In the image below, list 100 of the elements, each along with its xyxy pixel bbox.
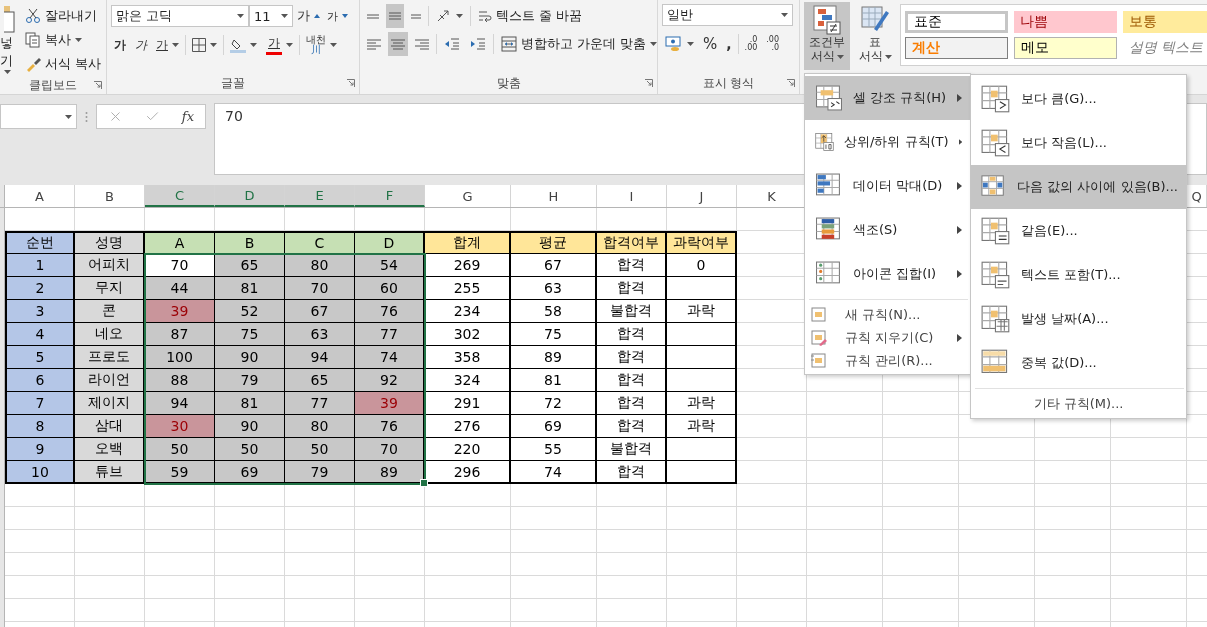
sheet-cell[interactable]: [145, 484, 215, 507]
sheet-cell[interactable]: [1111, 438, 1187, 461]
sheet-cell[interactable]: [511, 507, 597, 530]
sheet-cell[interactable]: [737, 415, 807, 438]
sheet-cell[interactable]: [5, 553, 75, 576]
cut-button[interactable]: 잘라내기: [22, 4, 105, 28]
sheet-cell[interactable]: [667, 576, 737, 599]
dialog-launcher-icon[interactable]: [645, 79, 653, 87]
column-header[interactable]: E: [285, 185, 355, 207]
sheet-cell[interactable]: [145, 530, 215, 553]
format-as-table-button[interactable]: 표 서식: [852, 2, 898, 70]
sheet-cell[interactable]: [425, 553, 511, 576]
sheet-cell[interactable]: [285, 484, 355, 507]
sheet-cell[interactable]: [597, 599, 667, 622]
menu-item[interactable]: 새 규칙(N)...: [805, 303, 970, 326]
sheet-cell[interactable]: [667, 553, 737, 576]
sheet-cell[interactable]: [355, 576, 425, 599]
sheet-cell[interactable]: [75, 599, 145, 622]
cell-style[interactable]: 보통: [1123, 11, 1207, 33]
sheet-cell[interactable]: [1035, 553, 1111, 576]
sheet-cell[interactable]: [1035, 507, 1111, 530]
dialog-launcher-icon[interactable]: [347, 79, 355, 87]
sheet-cell[interactable]: [511, 553, 597, 576]
sheet-cell[interactable]: [737, 392, 807, 415]
menu-item[interactable]: 셀 강조 규칙(H): [805, 76, 970, 120]
sheet-cell[interactable]: [807, 507, 883, 530]
sheet-cell[interactable]: [215, 553, 285, 576]
sheet-cell[interactable]: [75, 576, 145, 599]
menu-item[interactable]: 발생 날짜(A)...: [971, 297, 1186, 341]
sheet-cell[interactable]: [807, 415, 883, 438]
sheet-cell[interactable]: [1035, 576, 1111, 599]
sheet-cell[interactable]: [883, 576, 959, 599]
vertical-align-button[interactable]: [386, 4, 404, 28]
sheet-cell[interactable]: [355, 507, 425, 530]
sheet-cell[interactable]: [75, 507, 145, 530]
sheet-cell[interactable]: [425, 530, 511, 553]
menu-item[interactable]: 다음 값의 사이에 있음(B)...: [971, 165, 1186, 209]
sheet-cell[interactable]: [355, 599, 425, 622]
row-header[interactable]: [0, 208, 5, 231]
sheet-cell[interactable]: [959, 553, 1035, 576]
sheet-cell[interactable]: [145, 553, 215, 576]
menu-item[interactable]: 규칙 관리(R)...: [805, 349, 970, 372]
sheet-cell[interactable]: [1111, 461, 1187, 484]
sheet-cell[interactable]: [883, 484, 959, 507]
sheet-cell[interactable]: [807, 553, 883, 576]
sheet-cell[interactable]: [215, 576, 285, 599]
sheet-cell[interactable]: [75, 553, 145, 576]
sheet-cell[interactable]: [355, 553, 425, 576]
sheet-cell[interactable]: [285, 553, 355, 576]
sheet-cell[interactable]: [737, 553, 807, 576]
sheet-cell[interactable]: [75, 484, 145, 507]
column-header[interactable]: C: [145, 185, 215, 207]
increase-decimal-button[interactable]: .0 .00: [741, 32, 761, 56]
sheet-cell[interactable]: [667, 599, 737, 622]
sheet-cell[interactable]: [807, 599, 883, 622]
sheet-cell[interactable]: [285, 576, 355, 599]
paste-icon[interactable]: [4, 4, 16, 34]
sheet-cell[interactable]: [959, 507, 1035, 530]
sheet-cell[interactable]: [667, 530, 737, 553]
sheet-cell[interactable]: [285, 507, 355, 530]
menu-item[interactable]: 텍스트 포함(T)...: [971, 253, 1186, 297]
sheet-cell[interactable]: [425, 576, 511, 599]
sheet-cell[interactable]: [355, 530, 425, 553]
sheet-cell[interactable]: [883, 415, 959, 438]
sheet-cell[interactable]: [737, 484, 807, 507]
name-box[interactable]: [0, 104, 77, 129]
sheet-cell[interactable]: [883, 392, 959, 415]
sheet-cell[interactable]: [425, 599, 511, 622]
sheet-cell[interactable]: [737, 461, 807, 484]
sheet-cell[interactable]: [1035, 438, 1111, 461]
merge-center-button[interactable]: 병합하고 가운데 맞춤: [498, 32, 661, 56]
horizontal-align-button[interactable]: [388, 32, 408, 56]
sheet-cell[interactable]: [597, 576, 667, 599]
sheet-cell[interactable]: [1111, 576, 1187, 599]
sheet-cell[interactable]: [737, 599, 807, 622]
menu-item[interactable]: 기타 규칙(M)...: [971, 392, 1186, 416]
fill-handle[interactable]: [420, 479, 428, 487]
paste-label[interactable]: 넣기: [0, 34, 16, 70]
number-format-field[interactable]: 일반: [662, 4, 793, 26]
underline-button[interactable]: 가: [153, 33, 182, 57]
sheet-cell[interactable]: [5, 507, 75, 530]
menu-item[interactable]: 중복 값(D)...: [971, 341, 1186, 385]
cell-style[interactable]: 설명 텍스트: [1123, 37, 1207, 59]
font-name-field[interactable]: 맑은 고딕: [111, 5, 249, 27]
select-all-corner[interactable]: [0, 185, 5, 207]
sheet-cell[interactable]: [5, 530, 75, 553]
wrap-text-button[interactable]: 텍스트 줄 바꿈: [475, 4, 586, 28]
sheet-cell[interactable]: [883, 461, 959, 484]
sheet-cell[interactable]: [215, 530, 285, 553]
sheet-cell[interactable]: [667, 507, 737, 530]
sheet-cell[interactable]: [883, 599, 959, 622]
sheet-cell[interactable]: [215, 599, 285, 622]
sheet-cell[interactable]: [959, 461, 1035, 484]
sheet-cell[interactable]: [285, 599, 355, 622]
sheet-cell[interactable]: [1111, 530, 1187, 553]
sheet-cell[interactable]: [1035, 530, 1111, 553]
sheet-cell[interactable]: [511, 530, 597, 553]
copy-button[interactable]: 복사: [22, 28, 105, 52]
sheet-cell[interactable]: [1111, 553, 1187, 576]
sheet-cell[interactable]: [807, 530, 883, 553]
